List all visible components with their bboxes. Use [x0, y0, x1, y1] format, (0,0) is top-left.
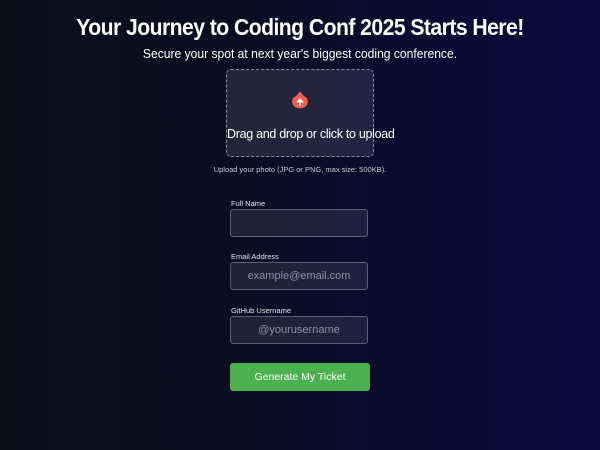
upload-hint: Upload your photo (JPG or PNG, max size:…	[213, 165, 387, 174]
generate-ticket-button[interactable]: Generate My Ticket	[230, 363, 370, 391]
github-username-input[interactable]	[230, 316, 368, 344]
ticket-form-page: Your Journey to Coding Conf 2025 Starts …	[0, 0, 600, 450]
page-title: Your Journey to Coding Conf 2025 Starts …	[76, 14, 524, 40]
github-username-label: GitHub Username	[231, 306, 292, 315]
full-name-input[interactable]	[230, 209, 368, 237]
email-input[interactable]	[230, 262, 368, 290]
email-label: Email Address	[231, 252, 279, 261]
upload-icon	[292, 91, 308, 109]
upload-label: Drag and drop or click to upload	[227, 127, 395, 141]
page-subtitle: Secure your spot at next year's biggest …	[142, 46, 458, 61]
avatar-upload-dropzone[interactable]: Drag and drop or click to upload	[226, 69, 395, 157]
full-name-label: Full Name	[231, 199, 266, 208]
